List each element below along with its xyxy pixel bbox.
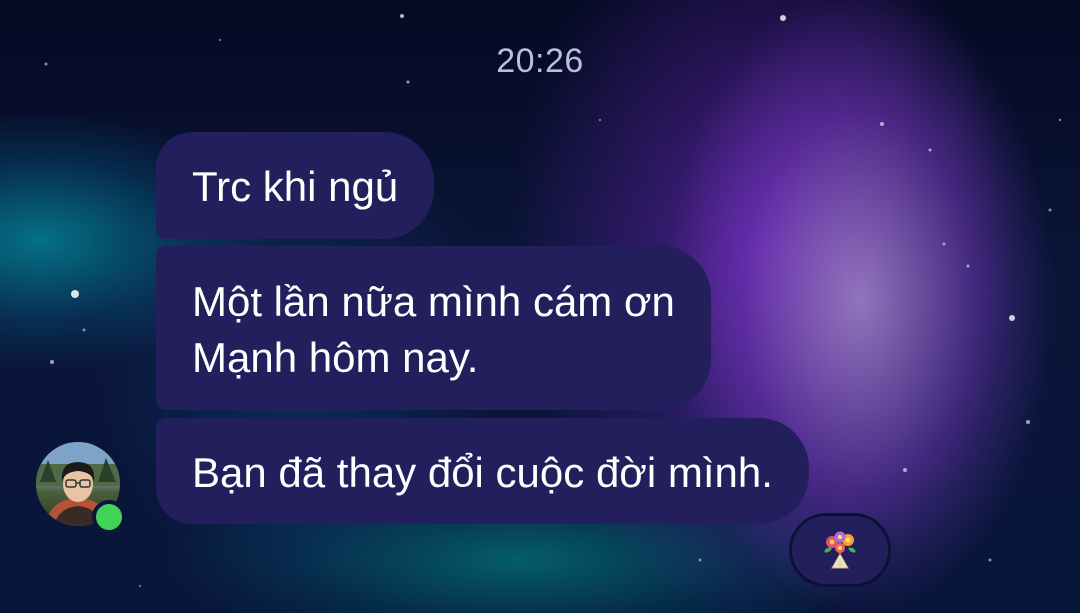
online-status-indicator: [92, 500, 126, 534]
bouquet-icon: [824, 531, 856, 569]
message-bubble-3[interactable]: Bạn đã thay đổi cuộc đời mình.: [156, 418, 809, 524]
message-bubble-2[interactable]: Một lần nữa mình cám ơn Mạnh hôm nay.: [156, 246, 711, 410]
message-bubble-1[interactable]: Trc khi ngủ: [156, 132, 435, 239]
message-text-line-1: Một lần nữa mình cám ơn: [192, 278, 675, 325]
message-text-line-2: Mạnh hôm nay.: [192, 334, 479, 381]
message-timestamp: 20:26: [496, 42, 584, 80]
message-reaction[interactable]: [792, 516, 888, 584]
message-text: Bạn đã thay đổi cuộc đời mình.: [192, 449, 773, 496]
message-text: Trc khi ngủ: [192, 163, 399, 210]
